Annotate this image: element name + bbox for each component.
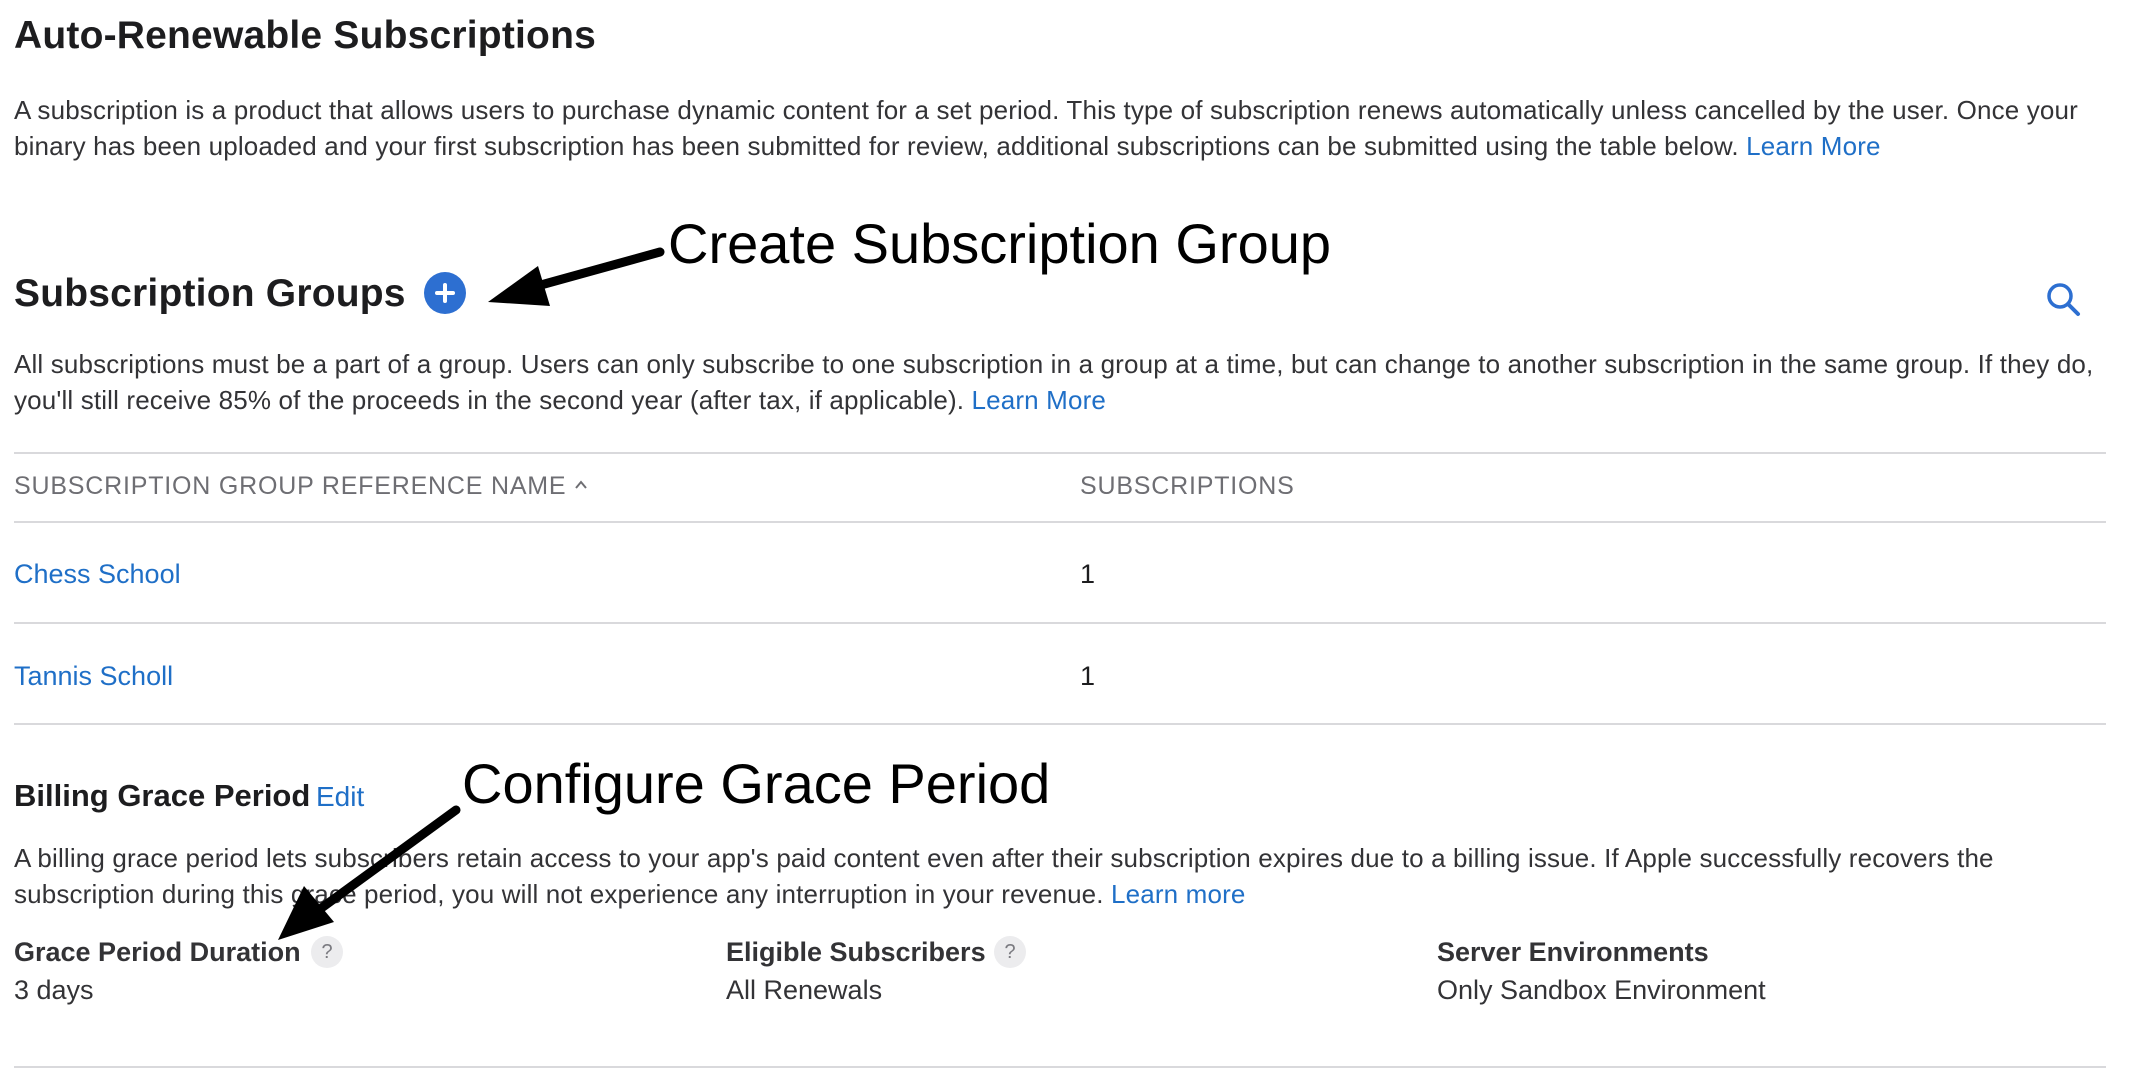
groups-learn-more-link[interactable]: Learn More [972,385,1106,415]
table-row-divider [14,622,2106,624]
grace-period-duration-value: 3 days [14,975,94,1005]
eligible-subscribers-value: All Renewals [726,975,883,1005]
arrow-create-group [488,247,665,306]
table-row-count-chess-school: 1 [1080,559,1096,589]
edit-grace-period-link[interactable]: Edit [316,778,364,816]
eligible-subscribers-help-icon[interactable]: ? [994,936,1026,968]
annotation-configure-grace: Configure Grace Period [462,752,1051,815]
table-row-name-tannis-scholl[interactable]: Tannis Scholl [14,658,173,694]
table-bottom-divider [14,723,2106,725]
grace-period-duration-label: Grace Period Duration [14,937,301,967]
grace-period-description-text: A billing grace period lets subscribers … [14,843,1994,909]
table-header-divider [14,521,2106,523]
add-subscription-group-button[interactable] [424,272,466,314]
search-button[interactable] [2042,278,2086,322]
eligible-subscribers-label: Eligible Subscribers [726,937,986,967]
billing-grace-period-title: Billing Grace Period [14,778,311,813]
table-top-divider [14,452,2106,454]
grace-period-learn-more-link[interactable]: Learn more [1111,879,1245,909]
table-row-count-tannis-scholl: 1 [1080,661,1096,691]
server-environments-label: Server Environments [1437,937,1709,967]
intro-paragraph: A subscription is a product that allows … [14,92,2114,164]
page-title: Auto-Renewable Subscriptions [14,14,596,57]
table-row-name-chess-school[interactable]: Chess School [14,556,181,592]
subscription-groups-title: Subscription Groups [14,272,406,315]
chevron-up-icon [575,480,588,489]
grace-period-description: A billing grace period lets subscribers … [14,840,2114,912]
column-header-subscriptions: SUBSCRIPTIONS [1080,472,1295,500]
column-header-reference-name-label: SUBSCRIPTION GROUP REFERENCE NAME [14,472,567,500]
section-bottom-divider [14,1066,2106,1068]
search-icon [2047,283,2080,316]
annotation-create-group: Create Subscription Group [668,212,1332,275]
column-header-reference-name[interactable]: SUBSCRIPTION GROUP REFERENCE NAME [14,470,588,502]
server-environments-value: Only Sandbox Environment [1437,975,1766,1005]
groups-description: All subscriptions must be a part of a gr… [14,346,2114,418]
intro-learn-more-link[interactable]: Learn More [1746,131,1880,161]
grace-duration-help-icon[interactable]: ? [311,936,343,968]
